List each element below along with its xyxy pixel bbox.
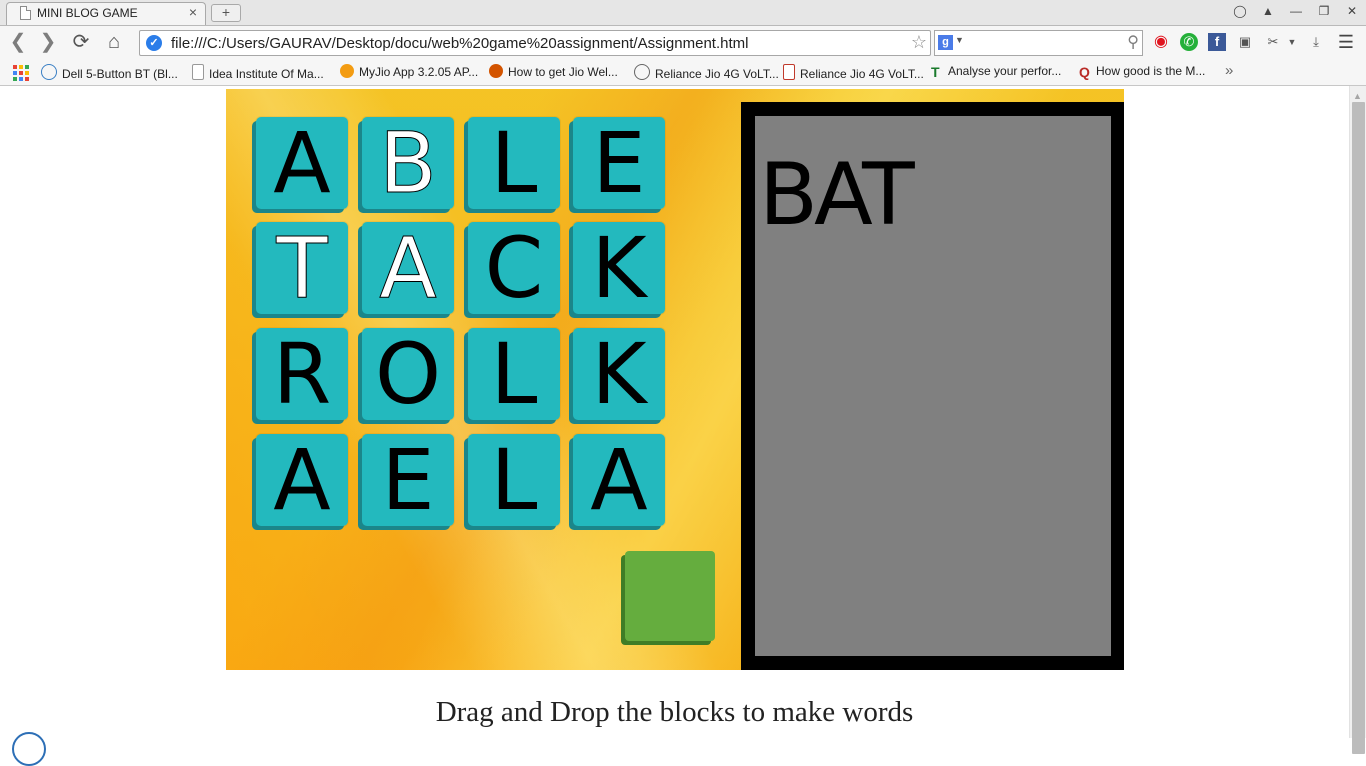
scissors-icon[interactable]: ✂: [1264, 33, 1282, 51]
tab-close-button[interactable]: ×: [189, 4, 197, 20]
scroll-up-arrow-icon[interactable]: ▲: [1353, 91, 1362, 101]
letter-tile[interactable]: A: [573, 434, 665, 526]
doc-icon: [783, 64, 795, 80]
new-tab-button[interactable]: +: [211, 4, 241, 22]
address-bar[interactable]: ✓ file:///C:/Users/GAURAV/Desktop/docu/w…: [139, 30, 931, 56]
letter-tile[interactable]: E: [362, 434, 454, 526]
bookmark-item[interactable]: Q How good is the M...: [1079, 64, 1205, 79]
letter-tile[interactable]: C: [468, 222, 560, 314]
search-input[interactable]: g ▼ ⚲: [934, 30, 1143, 56]
bookmark-item[interactable]: MyJio App 3.2.05 AP...: [340, 64, 478, 79]
google-icon[interactable]: g: [938, 35, 953, 50]
bookmarks-bar: Dell 5-Button BT (Bl... Idea Institute O…: [0, 60, 1366, 86]
bookmark-item[interactable]: How to get Jio Wel...: [489, 64, 618, 79]
home-button[interactable]: ⌂: [102, 30, 126, 54]
chevron-down-icon[interactable]: ▼: [955, 35, 964, 45]
reload-button[interactable]: ⟳: [69, 30, 93, 54]
browser-tab[interactable]: MINI BLOG GAME ×: [6, 2, 206, 25]
t-icon: T: [931, 64, 940, 80]
chevron-down-icon[interactable]: ▼: [1283, 33, 1301, 51]
dell-icon: [41, 64, 57, 80]
letter-tile[interactable]: A: [256, 117, 348, 209]
restore-button[interactable]: ❐: [1315, 3, 1333, 19]
bookmark-star-icon[interactable]: ☆: [911, 32, 927, 53]
tab-title: MINI BLOG GAME: [37, 6, 138, 20]
download-icon[interactable]: ⤓: [1307, 33, 1325, 51]
check-icon: ✓: [146, 35, 162, 51]
bookmark-item[interactable]: Dell 5-Button BT (Bl...: [41, 64, 178, 81]
letter-tile[interactable]: K: [573, 222, 665, 314]
apps-icon[interactable]: [13, 65, 29, 81]
current-word: BAT: [759, 145, 915, 245]
search-icon[interactable]: ⚲: [1127, 32, 1139, 52]
instructions-text: Drag and Drop the blocks to make words: [435, 696, 914, 728]
submit-block[interactable]: [625, 551, 715, 641]
letter-tile[interactable]: K: [573, 328, 665, 420]
back-button[interactable]: ❮: [6, 30, 30, 54]
word-drop-zone[interactable]: BAT: [741, 102, 1124, 670]
bookmark-item[interactable]: Idea Institute Of Ma...: [192, 64, 324, 81]
letter-tile[interactable]: T: [256, 222, 348, 315]
scroll-thumb[interactable]: [1352, 102, 1365, 754]
download-box-icon[interactable]: ▣: [1236, 33, 1254, 51]
whatsapp-icon[interactable]: ✆: [1180, 33, 1198, 51]
page-icon: [192, 64, 204, 80]
tab-strip: MINI BLOG GAME × + ◯ ▲ — ❐ ✕: [0, 0, 1366, 26]
letter-tile[interactable]: L: [468, 117, 560, 209]
close-window-button[interactable]: ✕: [1343, 3, 1361, 19]
bookmark-item[interactable]: Reliance Jio 4G VoLT...: [634, 64, 779, 81]
letter-tile[interactable]: O: [362, 328, 454, 420]
bookmark-item[interactable]: Reliance Jio 4G VoLT...: [783, 64, 924, 81]
menu-icon[interactable]: ☰: [1337, 33, 1355, 51]
fox-icon: [489, 64, 503, 78]
facebook-icon[interactable]: f: [1208, 33, 1226, 51]
bookmark-item[interactable]: T Analyse your perfor...: [931, 64, 1061, 79]
browser-toolbar: ❮ ❯ ⟳ ⌂ ✓ file:///C:/Users/GAURAV/Deskto…: [0, 26, 1366, 60]
more-bookmarks-button[interactable]: »: [1225, 62, 1233, 79]
opera-icon[interactable]: ◉: [1152, 33, 1170, 51]
page-scrollbar[interactable]: ▲: [1349, 86, 1366, 754]
forward-button[interactable]: ❯: [36, 30, 60, 54]
info-icon: [340, 64, 354, 78]
letter-tile[interactable]: A: [362, 222, 454, 315]
shirt-icon[interactable]: ▲: [1259, 3, 1277, 19]
corner-badge-icon: [12, 732, 46, 766]
chat-icon[interactable]: ◯: [1231, 3, 1249, 19]
page-icon: [20, 6, 31, 20]
quora-icon: Q: [1079, 64, 1090, 80]
minimize-button[interactable]: —: [1287, 3, 1305, 19]
letter-tile[interactable]: B: [362, 117, 454, 210]
game-canvas: A B L E T A C K R O L K A E L A BAT: [226, 89, 1124, 670]
letter-tile[interactable]: L: [468, 434, 560, 526]
letter-tile[interactable]: E: [573, 117, 665, 209]
url-text: file:///C:/Users/GAURAV/Desktop/docu/web…: [171, 35, 749, 52]
letter-tile[interactable]: L: [468, 328, 560, 420]
letter-tile[interactable]: R: [256, 328, 348, 420]
feather-icon: [634, 64, 650, 80]
letter-tile[interactable]: A: [256, 434, 348, 526]
